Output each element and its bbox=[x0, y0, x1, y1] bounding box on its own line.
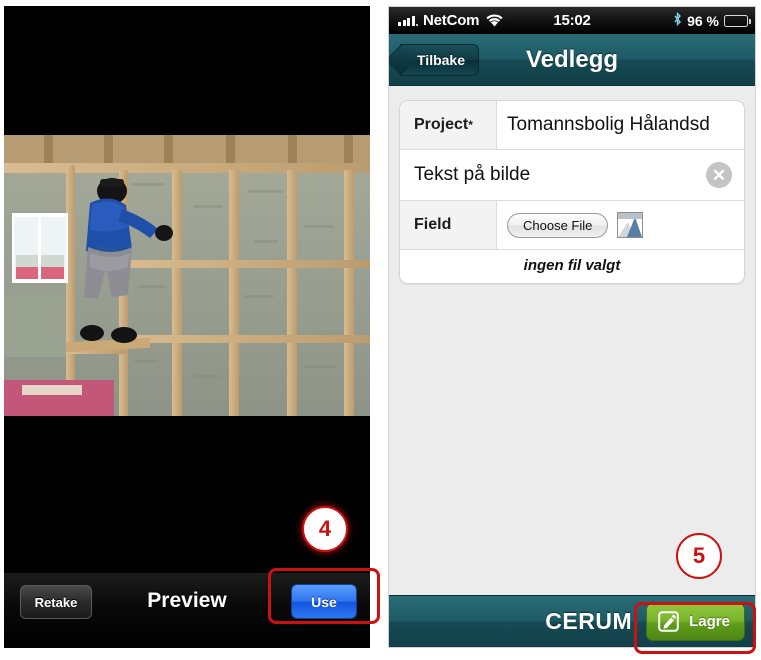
save-button[interactable]: Lagre bbox=[646, 602, 745, 641]
caption-row: Tekst på bilde ✕ bbox=[400, 150, 744, 201]
file-row: Field Choose File bbox=[400, 201, 744, 250]
camera-toolbar: Retake Preview Use bbox=[4, 573, 370, 648]
required-marker: * bbox=[468, 118, 473, 132]
bottom-toolbar: CERUM Lagre bbox=[389, 595, 755, 647]
clear-icon[interactable]: ✕ bbox=[706, 162, 732, 188]
camera-preview-panel: Retake Preview Use bbox=[4, 6, 370, 648]
use-button[interactable]: Use bbox=[291, 584, 357, 619]
battery-icon bbox=[724, 14, 751, 27]
status-right-group: 96 % bbox=[673, 11, 751, 30]
attachment-form-card: Project * Tomannsbolig Hålandsd Tekst på … bbox=[399, 100, 745, 284]
choose-file-button[interactable]: Choose File bbox=[507, 212, 609, 238]
captured-photo bbox=[4, 135, 370, 416]
bluetooth-icon bbox=[673, 11, 682, 30]
file-status-label: ingen fil valgt bbox=[400, 250, 744, 283]
file-controls: Choose File bbox=[497, 201, 744, 249]
battery-percent-label: 96 % bbox=[687, 12, 719, 29]
back-button[interactable]: Tilbake bbox=[400, 43, 479, 76]
project-row: Project * Tomannsbolig Hålandsd bbox=[400, 101, 744, 150]
nav-bar: Tilbake Vedlegg bbox=[389, 34, 755, 86]
project-value[interactable]: Tomannsbolig Hålandsd bbox=[497, 101, 744, 149]
status-bar: NetCom 15:02 96 % bbox=[389, 7, 755, 34]
photo-illustration bbox=[4, 135, 370, 416]
project-label: Project * bbox=[400, 101, 497, 149]
edit-pencil-icon bbox=[658, 611, 679, 632]
image-thumbnail-icon[interactable] bbox=[617, 212, 644, 238]
callout-badge-5: 5 bbox=[676, 533, 722, 579]
callout-badge-4: 4 bbox=[302, 506, 348, 552]
project-label-text: Project bbox=[414, 116, 469, 133]
screenshot-root: Retake Preview Use NetCom 15:02 96 % Til… bbox=[0, 0, 761, 660]
brand-label: CERUM bbox=[545, 608, 633, 634]
save-button-label: Lagre bbox=[689, 613, 730, 630]
field-label: Field bbox=[400, 201, 497, 249]
back-button-label: Tilbake bbox=[417, 51, 465, 68]
caption-input[interactable]: Tekst på bilde bbox=[400, 150, 706, 200]
